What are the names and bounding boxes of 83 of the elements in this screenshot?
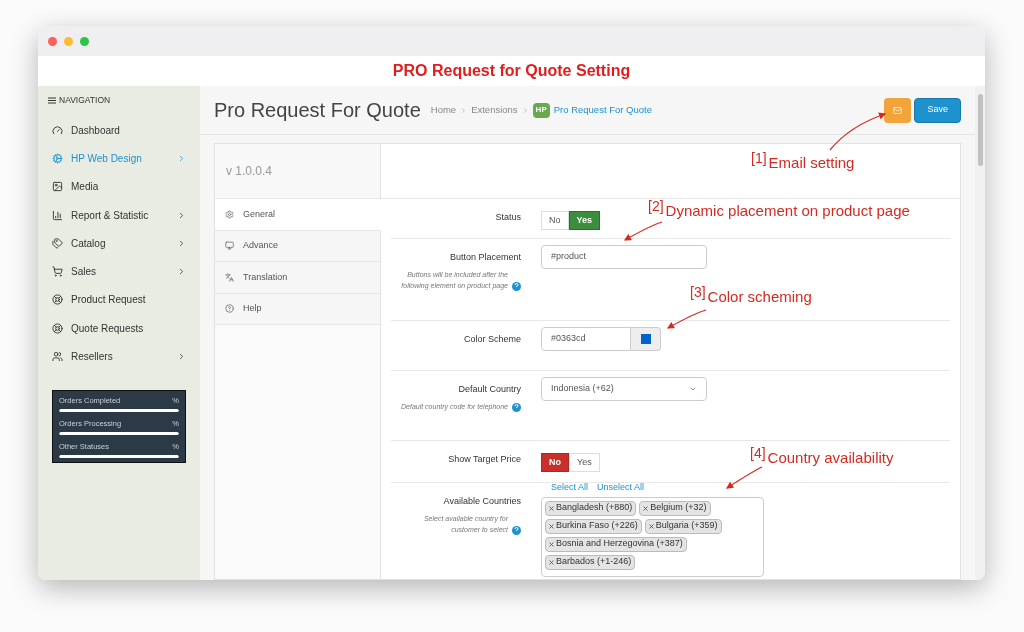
help-icon: [512, 525, 521, 535]
nav-icon: [52, 266, 63, 278]
sidebar-item[interactable]: Sales: [38, 257, 200, 286]
settings-tab[interactable]: General: [215, 199, 381, 231]
annotation-text: Country availability: [767, 450, 894, 465]
nav-icon: [52, 181, 63, 193]
country-tag[interactable]: Burkina Faso (+226): [545, 518, 642, 534]
remove-icon[interactable]: [643, 505, 649, 511]
remove-icon[interactable]: [549, 505, 554, 511]
chevron-down-icon: [689, 385, 697, 393]
close-icon[interactable]: [48, 36, 57, 46]
annotation-arrow: [623, 221, 663, 241]
field-label: Button Placement: [448, 251, 521, 264]
toggle-option[interactable]: Yes: [568, 211, 601, 230]
sidebar-item[interactable]: Report & Statistic: [38, 200, 200, 230]
settings-tab[interactable]: Advance: [215, 230, 380, 262]
toggle-option[interactable]: No: [541, 453, 569, 472]
country-tag[interactable]: Bangladesh (+880): [545, 500, 637, 516]
annotation-number: [3]: [690, 285, 706, 299]
settings-tab[interactable]: Translation: [215, 262, 380, 294]
annotation-number: [4]: [750, 446, 766, 460]
sidebar-heading: NAVIGATION: [59, 93, 111, 107]
field-label: Color Scheme: [462, 333, 521, 346]
remove-icon[interactable]: [549, 541, 554, 547]
page-title: Pro Request For Quote: [214, 98, 421, 123]
tab-icon: [225, 304, 234, 314]
annotation-text: Color scheming: [707, 289, 812, 304]
settings-tab[interactable]: Help: [215, 293, 380, 325]
nav-icon: [52, 209, 63, 221]
tab-icon: [225, 209, 234, 219]
sidebar-item[interactable]: Catalog: [38, 229, 200, 258]
help-icon: [512, 402, 521, 412]
field-label: Show Target Price: [447, 453, 521, 466]
tab-icon: [225, 241, 234, 251]
breadcrumb-separator-icon: [521, 106, 529, 114]
nav-icon: [52, 322, 63, 334]
toggle-option[interactable]: No: [541, 211, 569, 230]
logo-badge: HP: [532, 102, 550, 118]
remove-icon[interactable]: [549, 559, 554, 565]
field-label: Available Countries: [442, 495, 521, 508]
select-link[interactable]: Select All: [551, 481, 589, 495]
breadcrumb-link[interactable]: Extensions: [471, 102, 518, 118]
menu-icon[interactable]: [48, 96, 56, 104]
nav-icon: [52, 351, 63, 362]
help-icon: [512, 281, 521, 291]
country-tag[interactable]: Belgium (+32): [639, 500, 711, 516]
country-tag[interactable]: Barbados (+1-246): [545, 554, 636, 570]
tags-box[interactable]: Bangladesh (+880) Belgium (+32) Burkina Faso (+226) Bulgaria (+359) Bosnia and Herzegovina (+387) Barbados (+1-246): [541, 496, 764, 577]
breadcrumb-separator-icon: [460, 106, 468, 114]
sidebar-item[interactable]: Resellers: [38, 342, 200, 371]
annotation-number: [1]: [751, 151, 767, 165]
country-tag[interactable]: Bosnia and Herzegovina (+387): [545, 536, 687, 552]
annotation-text: Email setting: [768, 155, 855, 170]
remove-icon[interactable]: [648, 523, 654, 529]
annotation-text: Dynamic placement on product page: [665, 203, 910, 218]
sidebar-item[interactable]: Quote Requests: [38, 314, 200, 343]
color-picker-button[interactable]: [631, 327, 661, 351]
toggle-option[interactable]: Yes: [569, 453, 600, 472]
select-link[interactable]: Unselect All: [597, 481, 645, 495]
remove-icon[interactable]: [549, 523, 554, 529]
annotation-arrow: [829, 112, 887, 151]
sidebar-item[interactable]: Media: [38, 172, 200, 201]
nav-icon: [52, 124, 63, 136]
save-button[interactable]: Save: [914, 97, 961, 123]
sidebar-item[interactable]: Product Request: [38, 285, 200, 315]
country-tag[interactable]: Bulgaria (+359): [644, 518, 722, 534]
tab-icon: [225, 272, 234, 282]
annotation-arrow: [666, 309, 707, 329]
field-label: Default Country: [457, 383, 521, 396]
sidebar-item[interactable]: Dashboard: [38, 116, 200, 145]
field-label: Status: [494, 211, 521, 224]
mail-icon: [893, 105, 903, 115]
annotation-arrow: [726, 466, 763, 489]
annotation-number: [2]: [648, 199, 664, 213]
version-label: v 1.0.0.4: [226, 163, 273, 180]
window-title: PRO Request for Quote Setting: [392, 61, 631, 81]
color-input[interactable]: #0363cd: [541, 327, 631, 351]
breadcrumb-link[interactable]: Home: [430, 102, 457, 118]
nav-icon: [52, 294, 63, 306]
country-select[interactable]: Indonesia (+62): [541, 377, 707, 401]
text-input[interactable]: #product: [541, 245, 707, 269]
nav-icon: [52, 152, 63, 164]
nav-icon: [52, 237, 63, 249]
